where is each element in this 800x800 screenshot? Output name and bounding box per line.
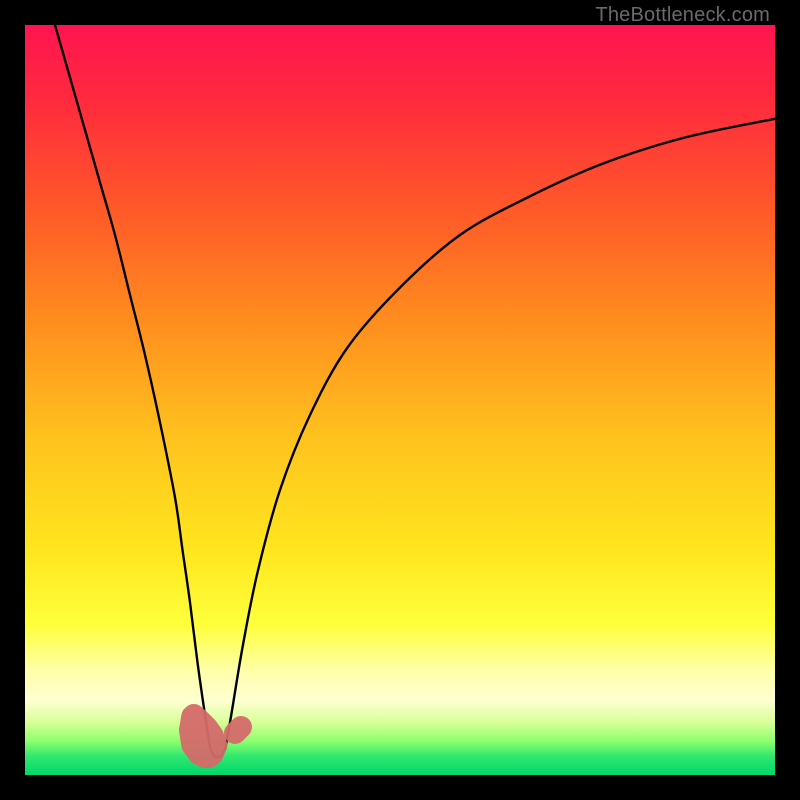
chart-frame: TheBottleneck.com [0, 0, 800, 800]
highlight-blob-left [190, 715, 216, 757]
plot-area [25, 25, 775, 775]
highlight-blob-right [235, 727, 241, 733]
chart-svg [25, 25, 775, 775]
watermark: TheBottleneck.com [595, 4, 770, 27]
